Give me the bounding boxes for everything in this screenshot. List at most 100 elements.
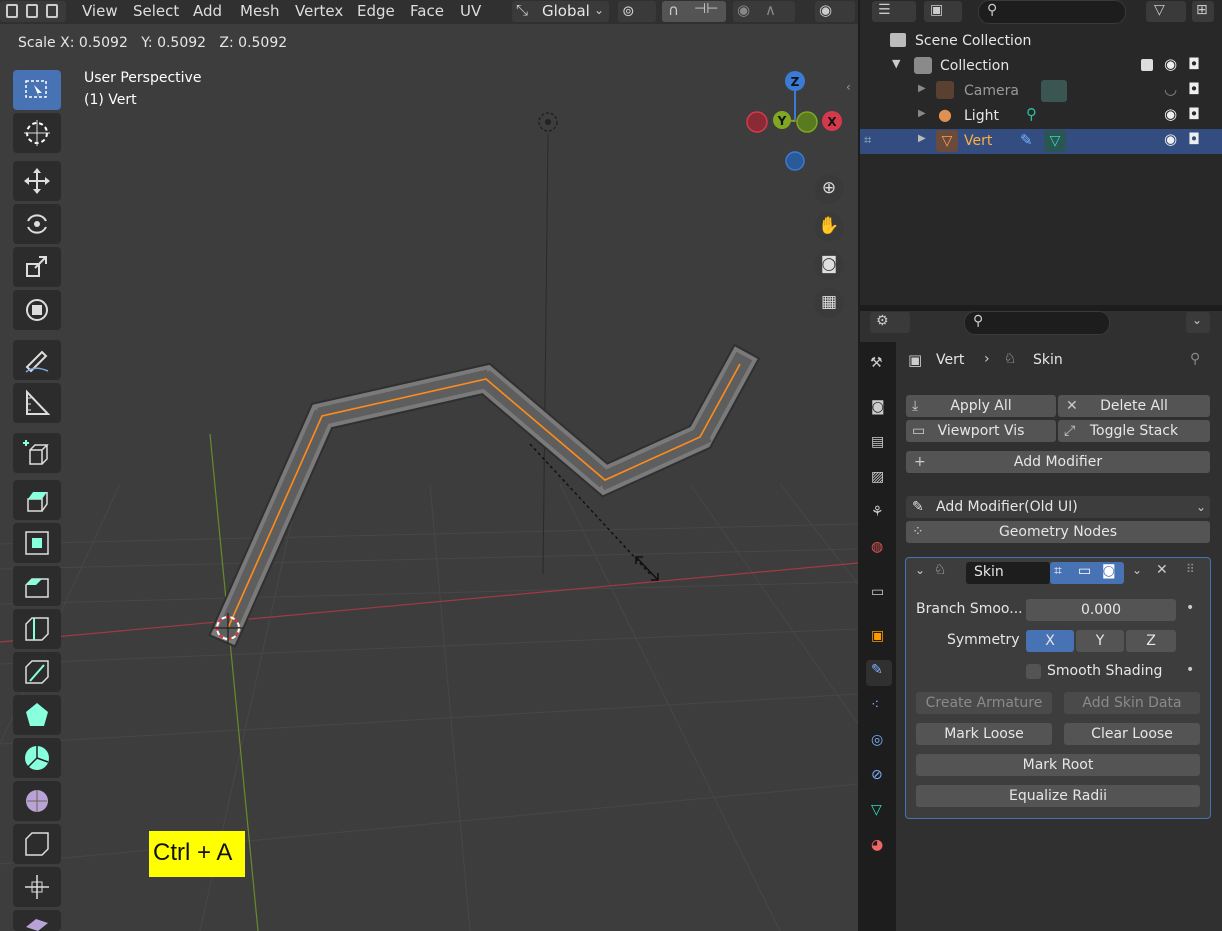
- tool-cursor[interactable]: [13, 113, 61, 153]
- tab-view-layer[interactable]: ▨: [866, 467, 892, 493]
- select-mode-group[interactable]: [0, 1, 66, 22]
- tab-physics[interactable]: ◎: [866, 730, 892, 756]
- outliner-row-vert[interactable]: ⌗ ▶ ▽ Vert ✎ ▽ ◉ ◘: [860, 129, 1222, 154]
- symmetry-z-toggle[interactable]: Z: [1126, 630, 1176, 652]
- menu-view[interactable]: View: [82, 2, 118, 20]
- tab-material[interactable]: ◕: [866, 835, 892, 861]
- viewport-vis-button[interactable]: ▭ Viewport Vis: [906, 420, 1056, 442]
- render-camera-icon[interactable]: ◘: [1188, 55, 1200, 73]
- viewport-toggle-icon[interactable]: ▭: [1078, 563, 1091, 579]
- transform-orientation-dropdown[interactable]: ⤡ Global ⌄: [512, 1, 609, 22]
- tool-shrink-fatten[interactable]: [13, 867, 61, 907]
- outliner-row-collection[interactable]: ▼ Collection ◉ ◘: [860, 54, 1222, 79]
- properties-search-input[interactable]: ⚲: [964, 311, 1110, 335]
- tool-rotate[interactable]: [13, 204, 61, 244]
- close-icon[interactable]: ✕: [1156, 562, 1168, 578]
- render-camera-icon[interactable]: ◘: [1188, 80, 1200, 98]
- outliner-row-light[interactable]: ▶ ● Light ⚲ ◉ ◘: [860, 104, 1222, 129]
- add-modifier-button[interactable]: + Add Modifier: [906, 451, 1210, 473]
- tab-constraints[interactable]: ⊘: [866, 765, 892, 791]
- tool-poly-build[interactable]: [13, 695, 61, 735]
- tool-bevel[interactable]: [13, 566, 61, 606]
- tab-tool[interactable]: ⚒: [866, 353, 892, 379]
- keyframe-dot-icon[interactable]: •: [1186, 600, 1194, 616]
- menu-select[interactable]: Select: [133, 2, 179, 20]
- smooth-shading-checkbox[interactable]: [1026, 664, 1041, 679]
- tool-add-cube[interactable]: [13, 433, 61, 473]
- symmetry-x-toggle[interactable]: X: [1026, 630, 1074, 652]
- apply-all-button[interactable]: ⤓ Apply All: [906, 395, 1056, 417]
- expand-arrow-icon[interactable]: ▶: [918, 108, 926, 119]
- collapse-arrow-icon[interactable]: ▼: [892, 57, 900, 70]
- skin-mesh[interactable]: [208, 343, 761, 648]
- expand-arrow-icon[interactable]: ▶: [918, 133, 926, 144]
- branch-smoothing-field[interactable]: 0.000: [1026, 599, 1176, 621]
- properties-editor-type[interactable]: ⚙: [870, 312, 910, 333]
- geometry-nodes-button[interactable]: ⁘ Geometry Nodes: [906, 521, 1210, 543]
- tool-loop-cut[interactable]: [13, 609, 61, 649]
- tab-render[interactable]: ◙: [866, 397, 892, 423]
- outliner-search-input[interactable]: ⚲: [978, 0, 1126, 24]
- equalize-radii-button[interactable]: Equalize Radii: [916, 785, 1200, 807]
- mark-root-button[interactable]: Mark Root: [916, 754, 1200, 776]
- gizmo-neg-z-icon[interactable]: [785, 151, 805, 171]
- tool-extrude[interactable]: [13, 480, 61, 520]
- tool-scale[interactable]: [13, 247, 61, 287]
- tool-spin[interactable]: [13, 738, 61, 778]
- outliner-editor-type[interactable]: ☰: [872, 1, 916, 22]
- tab-data[interactable]: ▽: [866, 800, 892, 826]
- outliner-row-scene-collection[interactable]: Scene Collection: [860, 29, 1222, 54]
- tab-output[interactable]: ▤: [866, 432, 892, 458]
- tab-world[interactable]: ◍: [866, 537, 892, 563]
- zoom-button[interactable]: ⊕: [814, 174, 844, 204]
- render-toggle-icon[interactable]: ◙: [1102, 563, 1116, 579]
- pan-button[interactable]: ✋: [814, 212, 844, 242]
- menu-mesh[interactable]: Mesh: [240, 2, 280, 20]
- tool-annotate[interactable]: [13, 340, 61, 380]
- 3d-viewport[interactable]: User Perspective (1) Vert Z Y X ⊕ ✋ ◙ ▦ …: [0, 24, 858, 931]
- tool-measure[interactable]: [13, 383, 61, 423]
- collapse-chevron-icon[interactable]: ⌄: [915, 563, 925, 577]
- ortho-toggle-button[interactable]: ▦: [814, 288, 844, 318]
- edit-mode-toggle-icon[interactable]: ⌗: [1054, 563, 1062, 579]
- menu-face[interactable]: Face: [410, 2, 444, 20]
- tab-collection[interactable]: ▭: [866, 582, 892, 608]
- tool-move[interactable]: [13, 161, 61, 201]
- pin-icon[interactable]: ⚲: [1190, 351, 1200, 367]
- tool-select-box[interactable]: [13, 70, 61, 110]
- filter-dropdown[interactable]: ▽: [1146, 1, 1186, 22]
- tab-modifiers[interactable]: ✎: [866, 660, 892, 686]
- pivot-point-dropdown[interactable]: ⊚: [618, 1, 656, 22]
- toggle-stack-button[interactable]: ⤢ Toggle Stack: [1058, 420, 1210, 442]
- tool-rip[interactable]: [13, 910, 61, 931]
- checkbox-icon[interactable]: [1141, 59, 1153, 71]
- proportional-edit-group[interactable]: ◉ ∧: [733, 1, 795, 22]
- menu-edge[interactable]: Edge: [357, 2, 395, 20]
- eye-icon[interactable]: ◉: [1164, 130, 1177, 148]
- eye-icon[interactable]: ◉: [1164, 55, 1177, 73]
- tool-smooth[interactable]: [13, 781, 61, 821]
- face-select-icon[interactable]: [46, 4, 58, 18]
- eye-closed-icon[interactable]: ◡: [1164, 80, 1177, 98]
- create-armature-button[interactable]: Create Armature: [916, 692, 1052, 714]
- menu-uv[interactable]: UV: [460, 2, 481, 20]
- camera-view-button[interactable]: ◙: [814, 250, 844, 280]
- menu-vertex[interactable]: Vertex: [295, 2, 343, 20]
- clear-loose-button[interactable]: Clear Loose: [1064, 723, 1200, 745]
- properties-options-dropdown[interactable]: ⌄: [1186, 312, 1210, 333]
- mark-loose-button[interactable]: Mark Loose: [916, 723, 1052, 745]
- gizmo-neg-y-icon[interactable]: [796, 111, 818, 133]
- edge-select-icon[interactable]: [26, 4, 38, 18]
- symmetry-y-toggle[interactable]: Y: [1076, 630, 1124, 652]
- visibility-dropdown[interactable]: ◉: [815, 1, 855, 22]
- add-modifier-old-dropdown[interactable]: ✎ Add Modifier(Old UI) ⌄: [906, 496, 1210, 518]
- drag-handle-icon[interactable]: ⠿: [1186, 562, 1195, 576]
- modifier-name-input[interactable]: Skin: [966, 562, 1050, 584]
- eye-icon[interactable]: ◉: [1164, 105, 1177, 123]
- add-skin-data-button[interactable]: Add Skin Data: [1064, 692, 1200, 714]
- tab-object[interactable]: ▣: [866, 626, 892, 652]
- gizmo-neg-x-icon[interactable]: [746, 111, 768, 133]
- navigation-gizmo[interactable]: Z Y X: [740, 68, 850, 178]
- snap-toggle[interactable]: ∩ ⊣⊢: [662, 1, 726, 22]
- expand-arrow-icon[interactable]: ▶: [918, 83, 926, 94]
